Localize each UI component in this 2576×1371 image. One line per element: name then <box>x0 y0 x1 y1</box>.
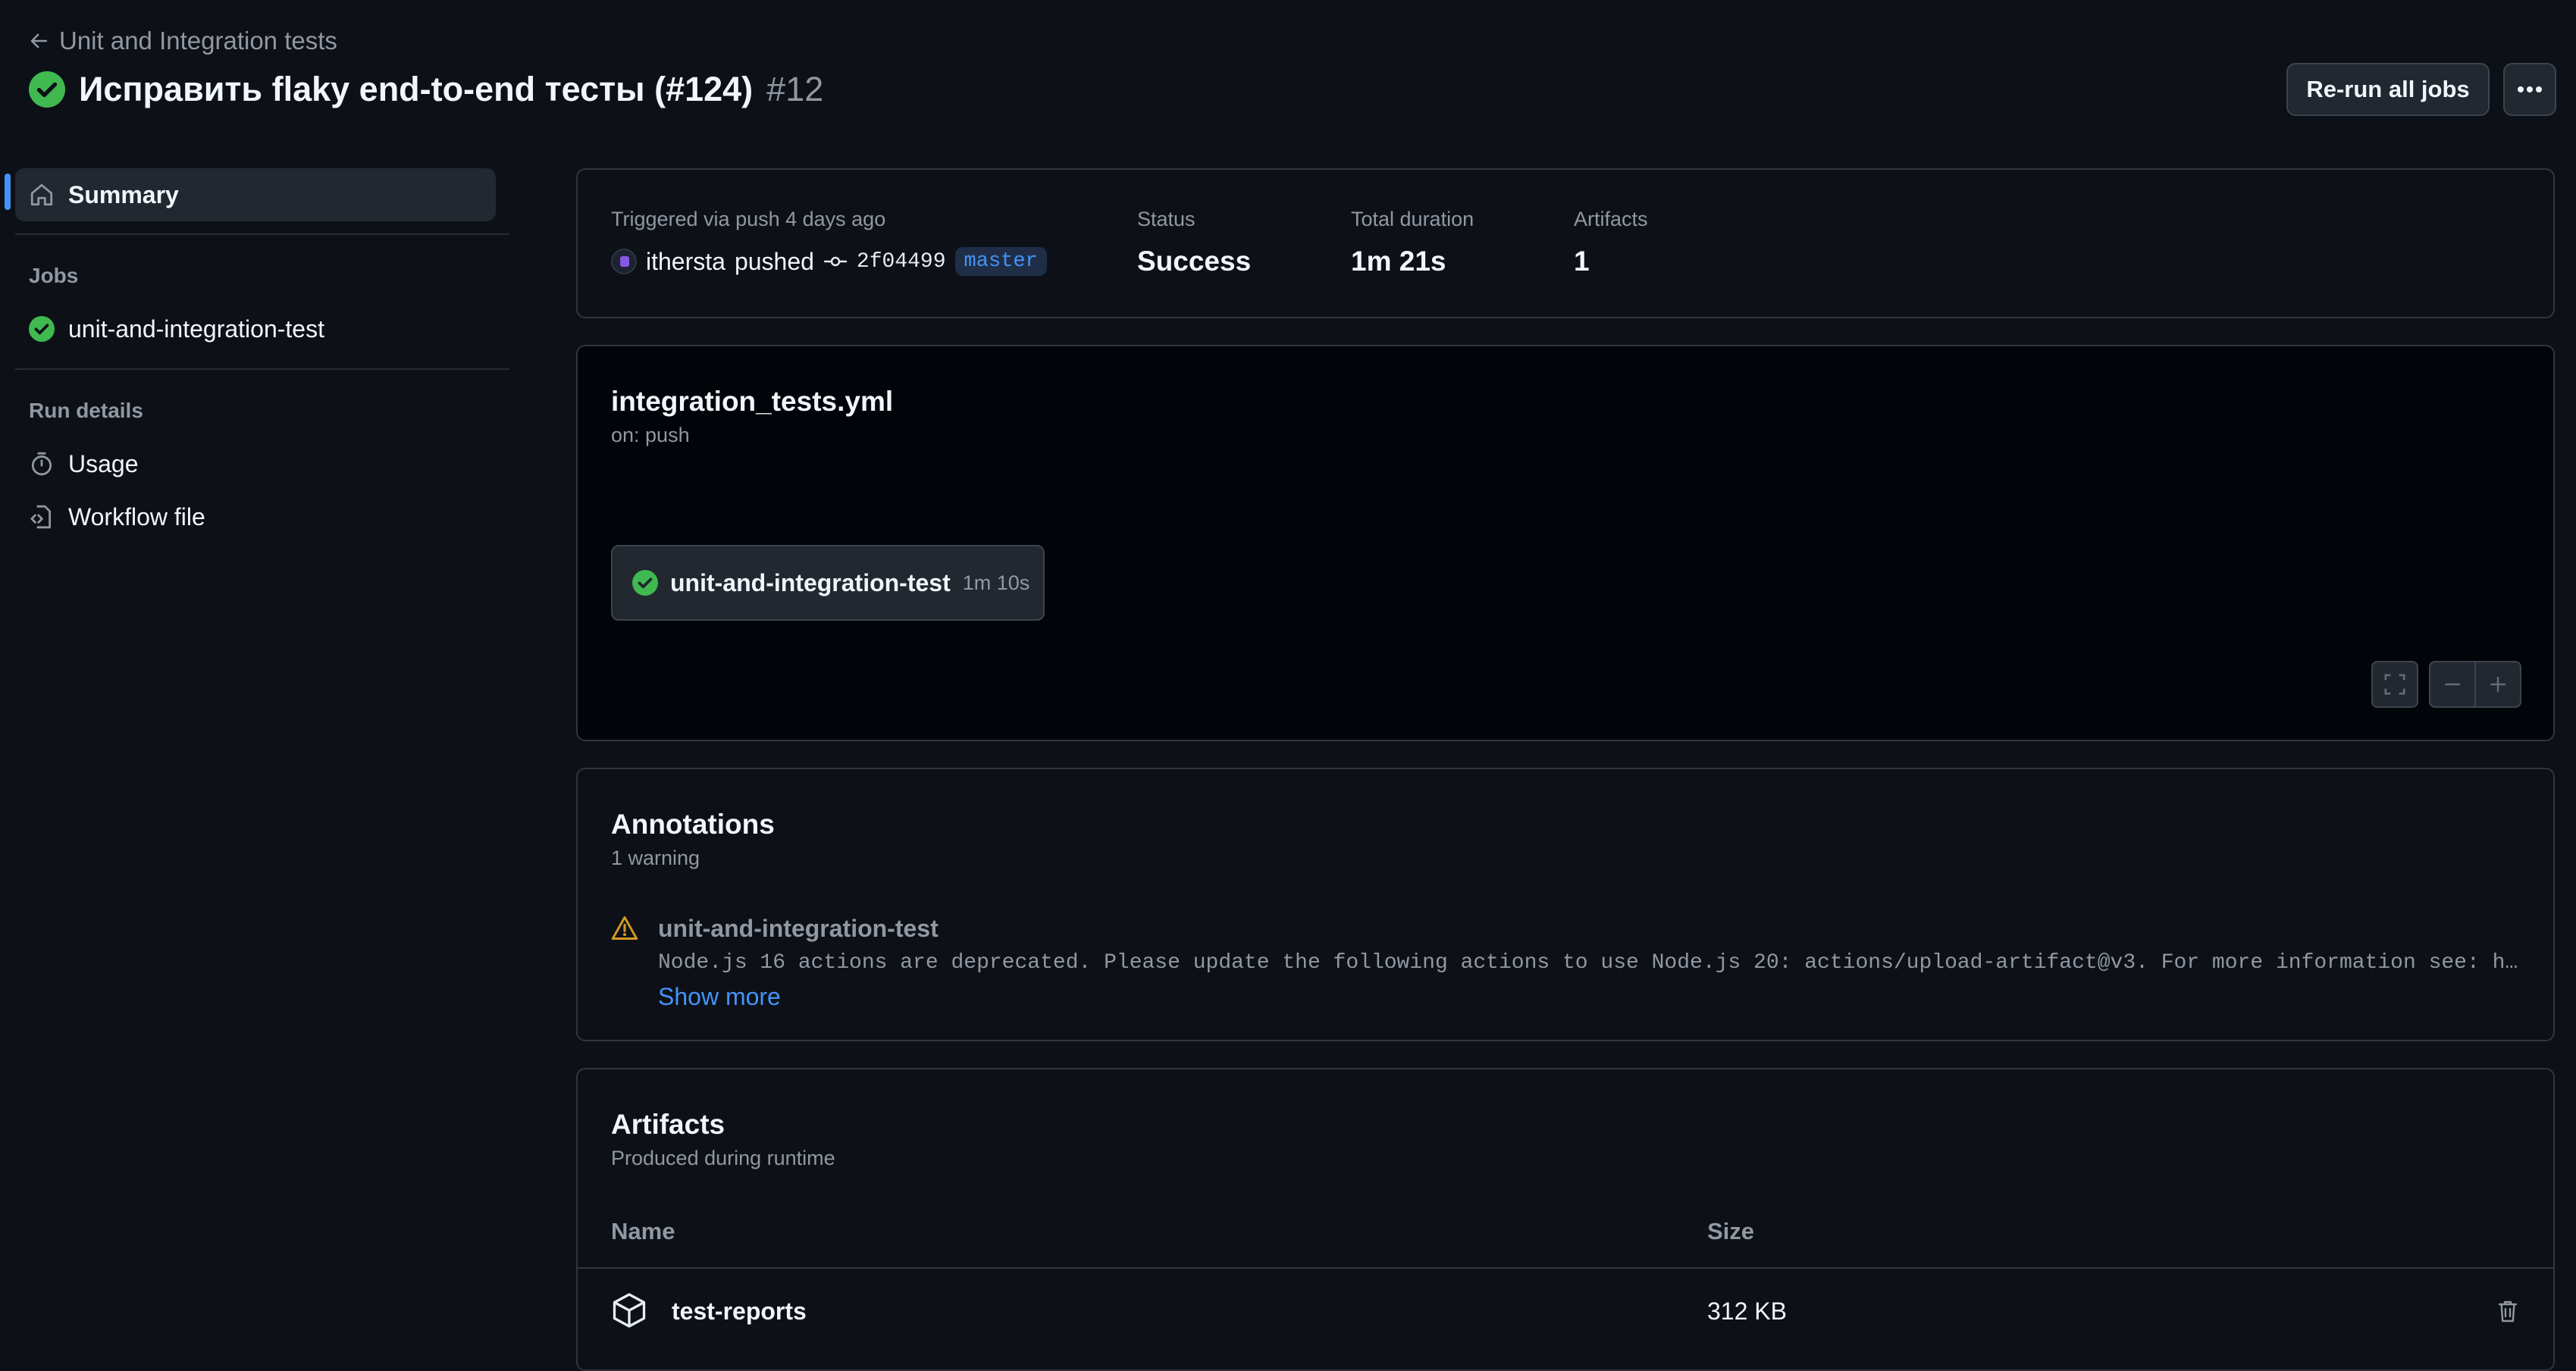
workflow-file-name: integration_tests.yml <box>611 386 894 417</box>
sidebar-item-usage[interactable]: Usage <box>15 437 496 490</box>
success-check-icon <box>29 71 65 108</box>
sidebar-item-label: Summary <box>68 180 179 208</box>
back-link-label: Unit and Integration tests <box>59 27 337 55</box>
git-commit-icon <box>823 256 848 267</box>
delete-artifact-button[interactable] <box>2488 1291 2527 1331</box>
duration-value: 1m 21s <box>1351 246 1446 277</box>
annotation-message: Node.js 16 actions are deprecated. Pleas… <box>658 951 2531 975</box>
warning-icon <box>611 916 638 940</box>
page-title-row: Исправить flaky end-to-end тесты (#124) … <box>29 67 823 112</box>
table-row: test-reports 312 KB <box>578 1269 2553 1354</box>
fullscreen-button[interactable] <box>2371 661 2418 708</box>
minus-icon <box>2445 683 2460 686</box>
sidebar-item-label: Usage <box>68 449 139 477</box>
artifact-size: 312 KB <box>1707 1297 1787 1325</box>
workflow-trigger: on: push <box>611 424 690 446</box>
show-more-link[interactable]: Show more <box>658 983 781 1011</box>
fullscreen-icon <box>2384 674 2405 695</box>
sidebar-item-label: Workflow file <box>68 502 205 531</box>
artifacts-label: Artifacts <box>1574 208 1648 230</box>
artifacts-count: 1 <box>1574 246 1590 277</box>
column-header-size: Size <box>1707 1218 1755 1244</box>
actor-name[interactable]: ithersta <box>646 248 725 276</box>
active-indicator <box>5 174 11 210</box>
artifact-name[interactable]: test-reports <box>672 1297 807 1326</box>
annotations-panel: Annotations 1 warning unit-and-integrati… <box>576 768 2555 1041</box>
sidebar-item-job[interactable]: unit-and-integration-test <box>15 302 496 355</box>
success-check-icon <box>632 570 658 596</box>
summary-panel: Triggered via push 4 days ago ithersta p… <box>576 168 2555 318</box>
annotation-job[interactable]: unit-and-integration-test <box>658 915 939 943</box>
run-details-heading: Run details <box>29 399 143 422</box>
sidebar-item-label: unit-and-integration-test <box>68 315 324 343</box>
artifacts-panel: Artifacts Produced during runtime Name S… <box>576 1068 2555 1371</box>
job-card-name: unit-and-integration-test <box>670 568 951 596</box>
trash-icon <box>2498 1301 2518 1322</box>
rerun-all-jobs-button[interactable]: Re-run all jobs <box>2286 63 2490 116</box>
page-title: Исправить flaky end-to-end тесты (#124) <box>79 70 754 108</box>
zoom-out-button[interactable] <box>2429 661 2476 708</box>
status-value: Success <box>1137 246 1252 277</box>
home-icon <box>30 183 53 206</box>
branch-badge[interactable]: master <box>954 247 1047 276</box>
plus-icon <box>2490 677 2505 692</box>
trigger-label: Triggered via push 4 days ago <box>611 208 886 230</box>
duration-label: Total duration <box>1351 208 1474 230</box>
workflow-graph-panel: integration_tests.yml on: push unit-and-… <box>576 345 2555 741</box>
status-label: Status <box>1137 208 1196 230</box>
stopwatch-icon <box>31 452 52 476</box>
sidebar-divider <box>15 368 509 370</box>
artifacts-title: Artifacts <box>611 1109 725 1140</box>
package-icon <box>613 1293 646 1328</box>
more-options-button[interactable] <box>2503 63 2556 116</box>
annotations-title: Annotations <box>611 809 775 840</box>
avatar[interactable] <box>611 249 637 274</box>
jobs-heading: Jobs <box>29 264 79 287</box>
arrow-left-icon <box>30 33 48 49</box>
artifacts-subtitle: Produced during runtime <box>611 1147 835 1169</box>
commit-sha[interactable]: 2f04499 <box>857 250 946 274</box>
column-header-name: Name <box>611 1218 675 1244</box>
zoom-in-button[interactable] <box>2474 661 2521 708</box>
job-card-duration: 1m 10s <box>962 571 1030 594</box>
sidebar-item-summary[interactable]: Summary <box>15 168 496 221</box>
push-action: pushed <box>734 247 814 275</box>
back-link[interactable]: Unit and Integration tests <box>29 23 337 59</box>
run-number: #12 <box>766 70 824 108</box>
push-info: ithersta pushed 2f04499 master <box>611 247 1047 276</box>
annotations-count: 1 warning <box>611 847 700 869</box>
job-card[interactable]: unit-and-integration-test 1m 10s <box>611 545 1045 621</box>
success-check-icon <box>29 316 55 342</box>
sidebar-divider <box>15 233 509 235</box>
file-code-icon <box>30 505 52 529</box>
sidebar-item-workflow-file[interactable]: Workflow file <box>15 490 496 543</box>
kebab-horizontal-icon <box>2518 86 2542 92</box>
